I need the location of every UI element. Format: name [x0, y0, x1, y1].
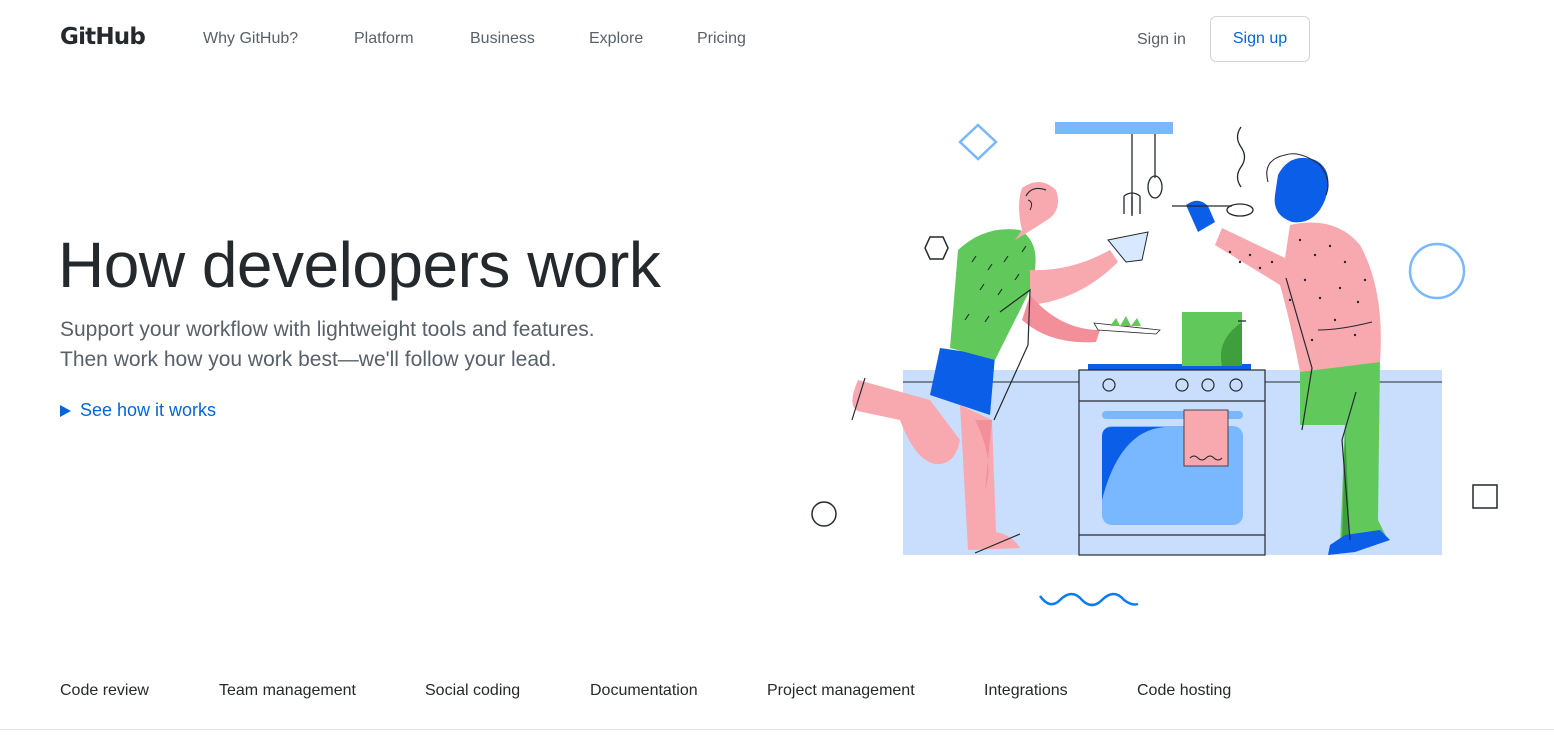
hero-subtitle-line-1: Support your workflow with lightweight t…: [60, 318, 595, 341]
spoon-icon: [1147, 175, 1163, 199]
see-how-it-works-link[interactable]: See how it works: [60, 400, 216, 421]
wave-shape: [1038, 592, 1139, 607]
tab-code-review[interactable]: Code review: [60, 682, 149, 700]
tasting-spoon: [1226, 203, 1254, 217]
circle-shape-small: [811, 501, 837, 527]
tabs-divider: [0, 729, 1554, 730]
hero-title: How developers work: [58, 229, 661, 301]
tab-project-management[interactable]: Project management: [767, 682, 915, 700]
nav-pricing[interactable]: Pricing: [697, 30, 746, 48]
circle-shape-large: [1408, 242, 1466, 300]
sign-up-button[interactable]: Sign up: [1210, 16, 1310, 62]
nav-why-github[interactable]: Why GitHub?: [203, 30, 298, 48]
see-how-it-works-label: See how it works: [80, 400, 217, 420]
steam-squiggle: [1236, 126, 1246, 188]
tab-integrations[interactable]: Integrations: [984, 682, 1068, 700]
github-logo[interactable]: GitHub: [60, 24, 146, 50]
diamond-shape: [958, 123, 998, 161]
hexagon-shape: [924, 236, 949, 260]
developers-cooking-illustration: [811, 122, 1498, 607]
nav-business[interactable]: Business: [470, 30, 535, 48]
utensil-rack: [1055, 122, 1173, 134]
tab-team-management[interactable]: Team management: [219, 682, 356, 700]
play-icon: [60, 404, 71, 417]
square-shape: [1472, 484, 1498, 509]
hero-subtitle: Support your workflow with lightweight t…: [60, 315, 760, 375]
tab-social-coding[interactable]: Social coding: [425, 682, 520, 700]
sign-in-link[interactable]: Sign in: [1137, 31, 1186, 49]
nav-platform[interactable]: Platform: [354, 30, 414, 48]
nav-explore[interactable]: Explore: [589, 30, 643, 48]
tab-code-hosting[interactable]: Code hosting: [1137, 682, 1231, 700]
fork-icon: [1123, 192, 1141, 214]
tab-documentation[interactable]: Documentation: [590, 682, 698, 700]
hero-subtitle-line-2: Then work how you work best—we'll follow…: [60, 348, 557, 371]
